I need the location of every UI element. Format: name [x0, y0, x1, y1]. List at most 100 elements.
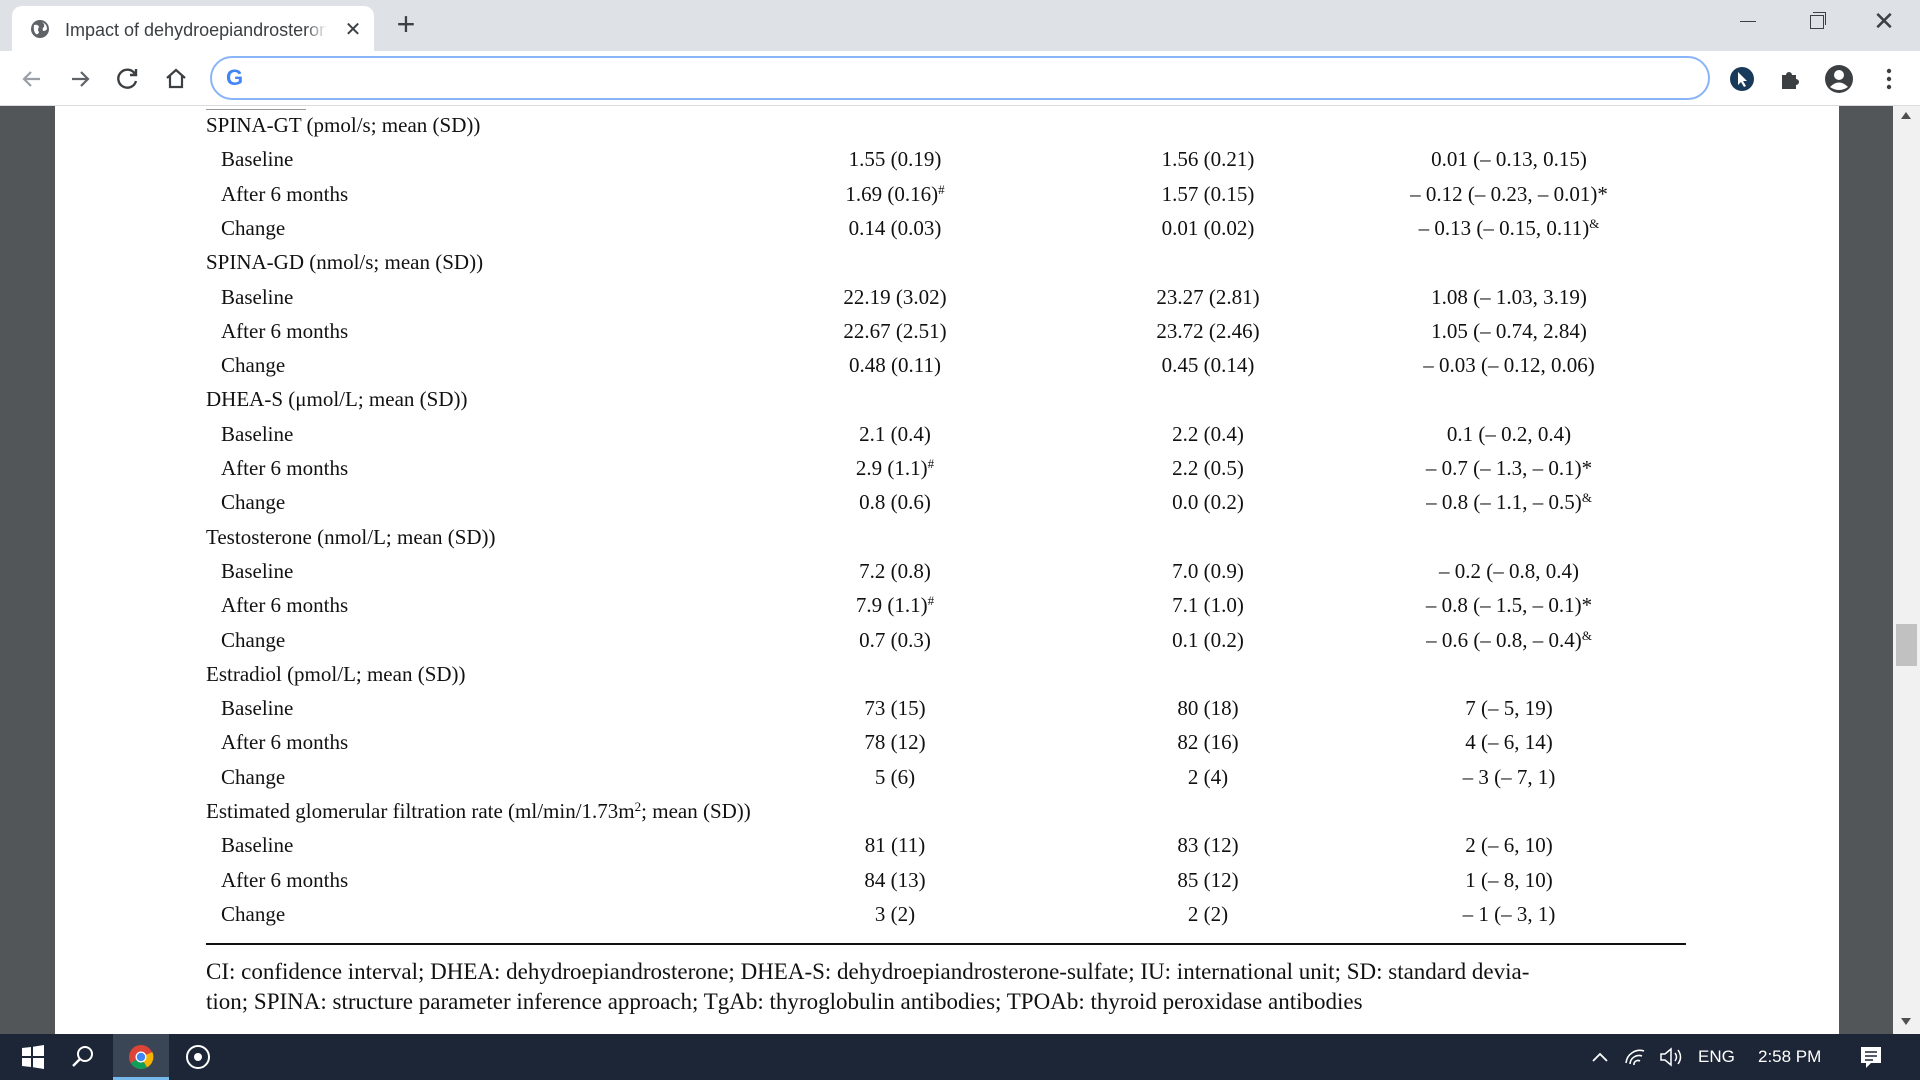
cell-value: – 0.2 (– 0.8, 0.4) [1439, 558, 1579, 583]
forward-arrow-icon[interactable] [64, 63, 96, 95]
group-header-row: SPINA-GD (nmol/s; mean (SD)) [55, 245, 1839, 279]
group-label: DHEA-S (μmol/L; mean (SD)) [206, 387, 468, 412]
row-label: After 6 months [221, 593, 349, 618]
difference-ci-cell: – 0.8 (– 1.1, – 0.5)& [1349, 485, 1669, 519]
volume-icon[interactable] [1656, 1034, 1686, 1080]
dhea-group-cell: 0.8 (0.6) [745, 485, 1045, 519]
new-tab-button[interactable]: + [390, 8, 422, 40]
cell-value: 0.48 (0.11) [849, 353, 941, 378]
difference-ci-cell: 1.05 (– 0.74, 2.84) [1349, 314, 1669, 348]
vertical-scrollbar[interactable] [1893, 106, 1920, 1034]
row-label: After 6 months [221, 181, 349, 206]
placebo-group-cell: 83 (12) [1177, 833, 1239, 858]
dhea-group-cell: 73 (15) [745, 691, 1045, 725]
table-row: After 6 months 7.9 (1.1)# 7.1 (1.0) – 0.8 (… [55, 588, 1839, 622]
table-row: Change 3 (2) 2 (2) – 1 (– 3, 1) [55, 897, 1839, 931]
media-player-icon[interactable] [176, 1034, 220, 1080]
input-language[interactable]: ENG [1698, 1048, 1735, 1066]
cell-value: 7 (– 5, 19) [1465, 696, 1553, 721]
cell-value: – 0.12 (– 0.23, – 0.01)* [1410, 181, 1608, 206]
cell-value: 2 (– 6, 10) [1465, 833, 1553, 858]
row-label: Baseline [221, 284, 294, 309]
table-row: Baseline 2.1 (0.4) 2.2 (0.4) 0.1 (– 0.2, 0.… [55, 417, 1839, 451]
home-icon[interactable] [160, 63, 192, 95]
row-label: Change [221, 490, 286, 515]
table-row: After 6 months 1.69 (0.16)# 1.57 (0.15) – 0… [55, 177, 1839, 211]
scroll-down-arrow-icon[interactable] [1901, 1018, 1911, 1025]
cell-value: 1.08 (– 1.03, 3.19) [1431, 284, 1587, 309]
cell-value: – 0.03 (– 0.12, 0.06) [1423, 353, 1595, 378]
globe-icon [31, 20, 49, 38]
tab-close-icon[interactable]: ✕ [342, 19, 364, 41]
table-row: After 6 months 78 (12) 82 (16) 4 (– 6, 14) [55, 725, 1839, 759]
placebo-group-cell: 2.2 (0.5) [1172, 456, 1244, 480]
placebo-group-cell: 85 (12) [1177, 867, 1239, 892]
significance-marker: # [927, 456, 935, 471]
minimize-button[interactable] [1730, 6, 1766, 36]
row-label: Change [221, 353, 286, 378]
table-row: Change 0.48 (0.11) 0.45 (0.14) – 0.03 (– 0.… [55, 348, 1839, 382]
table-row: After 6 months 22.67 (2.51) 23.72 (2.46) 1.… [55, 314, 1839, 348]
footnote-line-1: CI: confidence interval; DHEA: dehydroep… [206, 959, 1530, 984]
extensions-puzzle-icon[interactable] [1776, 64, 1806, 94]
close-window-button[interactable]: ✕ [1866, 6, 1902, 36]
cell-value: 22.67 (2.51) [843, 318, 947, 343]
placebo-group-cell: 2.2 (0.4) [1172, 421, 1244, 446]
group-header-row: Estimated glomerular filtration rate (ml… [55, 794, 1839, 828]
difference-ci-cell: 0.1 (– 0.2, 0.4) [1349, 417, 1669, 451]
placebo-group-cell: 23.72 (2.46) [1156, 318, 1260, 343]
cell-value: 78 (12) [864, 730, 926, 755]
group-label: SPINA-GD (nmol/s; mean (SD)) [206, 250, 484, 275]
cell-value: 73 (15) [864, 696, 926, 721]
cell-value: – 1 (– 3, 1) [1462, 901, 1556, 926]
back-arrow-icon[interactable] [16, 63, 48, 95]
address-bar[interactable]: G [210, 56, 1710, 100]
google-icon: G [226, 65, 244, 90]
table-row: Baseline 7.2 (0.8) 7.0 (0.9) – 0.2 (– 0.8, … [55, 554, 1839, 588]
cell-value: – 0.7 (– 1.3, – 0.1)* [1425, 456, 1593, 480]
chevron-up-icon[interactable] [1587, 1034, 1613, 1080]
cell-value: 0.8 (0.6) [859, 490, 931, 515]
restore-button[interactable] [1798, 6, 1834, 36]
cell-value: 0.7 (0.3) [859, 627, 931, 652]
reload-icon[interactable] [112, 63, 144, 95]
table-row: Baseline 22.19 (3.02) 23.27 (2.81) 1.08 (– … [55, 280, 1839, 314]
difference-ci-cell: 1 (– 8, 10) [1349, 863, 1669, 897]
row-label: After 6 months [221, 456, 349, 480]
significance-marker: & [1581, 490, 1592, 506]
group-header-row: Testosterone (nmol/L; mean (SD)) [55, 520, 1839, 554]
table-row: Baseline 81 (11) 83 (12) 2 (– 6, 10) [55, 828, 1839, 862]
scroll-up-arrow-icon[interactable] [1901, 112, 1911, 119]
clock-time[interactable]: 2:58 PM [1758, 1048, 1821, 1066]
row-label: Baseline [221, 558, 294, 583]
tab-title: Impact of dehydroepiandrosterone [65, 19, 327, 41]
browser-tab[interactable]: Impact of dehydroepiandrosterone ✕ [12, 6, 374, 51]
cell-value: 4 (– 6, 14) [1465, 730, 1553, 755]
scroll-thumb[interactable] [1896, 624, 1917, 666]
taskbar-chrome-app[interactable] [113, 1034, 169, 1080]
significance-marker: & [1589, 215, 1600, 231]
row-label: Baseline [221, 833, 294, 858]
row-label: Change [221, 215, 286, 240]
row-label: Baseline [221, 147, 294, 172]
difference-ci-cell: – 0.12 (– 0.23, – 0.01)* [1349, 177, 1669, 211]
extension-cursor-icon[interactable] [1727, 64, 1757, 94]
cell-value: – 0.8 (– 1.5, – 0.1)* [1425, 593, 1593, 618]
row-label: Baseline [221, 421, 294, 446]
group-label-text-end: ; mean (SD)) [641, 799, 751, 823]
profile-avatar-icon[interactable] [1824, 64, 1854, 94]
wifi-icon[interactable] [1621, 1034, 1649, 1080]
menu-kebab-icon[interactable] [1874, 64, 1904, 94]
difference-ci-cell: 0.01 (– 0.13, 0.15) [1349, 142, 1669, 176]
notifications-icon[interactable] [1855, 1034, 1887, 1080]
table-bottom-rule [206, 943, 1686, 945]
chrome-icon [129, 1045, 154, 1070]
difference-ci-cell: – 0.6 (– 0.8, – 0.4)& [1349, 623, 1669, 657]
row-label: Change [221, 764, 286, 789]
placebo-group-cell: 2 (4) [1187, 764, 1229, 789]
dhea-group-cell: 81 (11) [745, 828, 1045, 862]
search-icon[interactable] [60, 1034, 104, 1080]
windows-start-icon[interactable] [10, 1034, 54, 1080]
group-header-row: DHEA-S (μmol/L; mean (SD)) [55, 382, 1839, 416]
difference-ci-cell: 4 (– 6, 14) [1349, 725, 1669, 759]
